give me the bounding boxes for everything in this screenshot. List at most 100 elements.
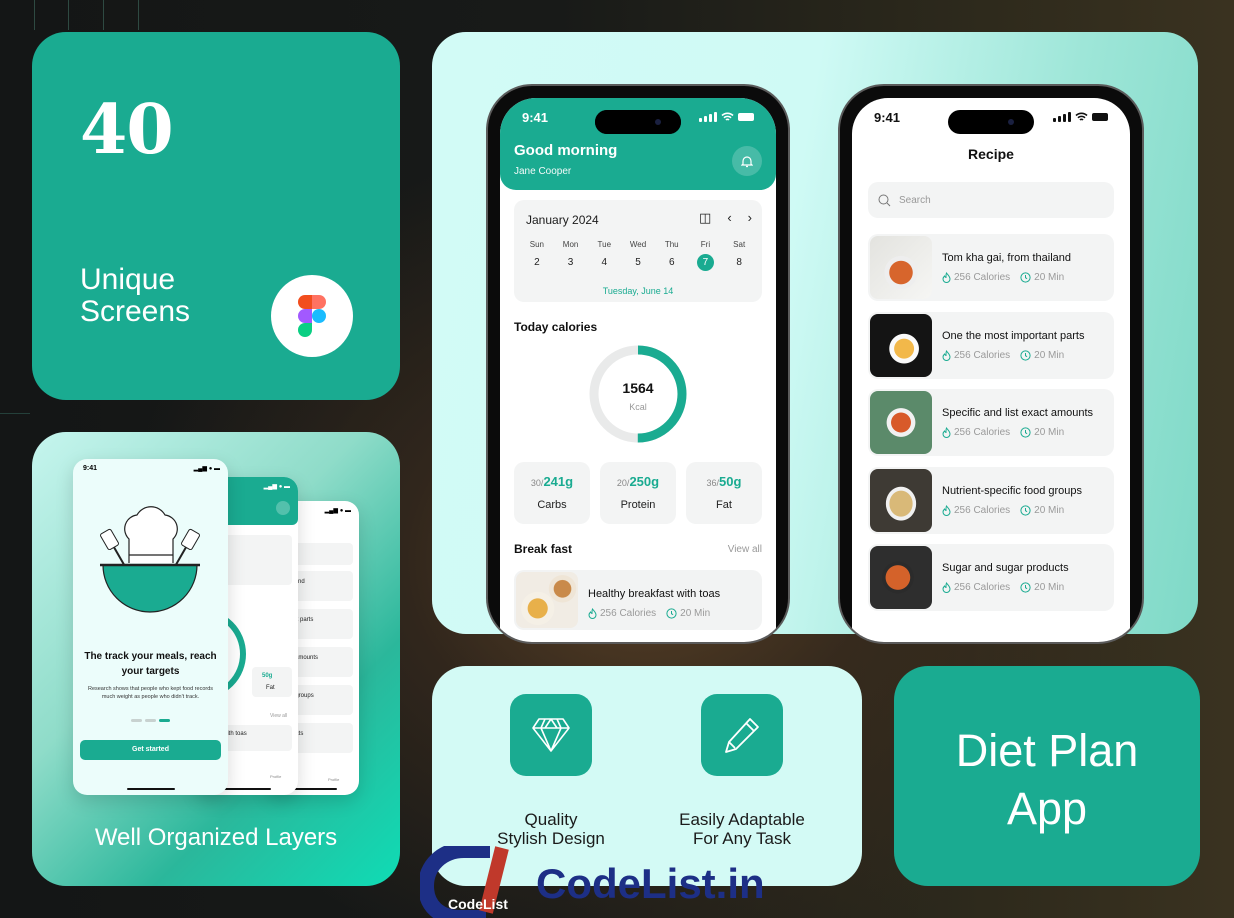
time-text: 20 Min — [1034, 504, 1065, 516]
macro-protein[interactable]: 20/250g Protein — [600, 462, 676, 524]
day-date: 7 — [696, 254, 714, 271]
calories-text: 256 Calories — [954, 504, 1011, 516]
day-sun[interactable]: Sun 2 — [520, 240, 554, 271]
macro-value: 20/250g — [600, 474, 676, 489]
recipe-photo — [870, 546, 932, 609]
signal-icon — [1053, 112, 1071, 122]
day-wed[interactable]: Wed 5 — [621, 240, 655, 271]
flame-icon — [942, 427, 951, 438]
feature-line: Quality — [524, 810, 578, 829]
recipe-meta: 256 Calories 20 Min — [942, 427, 1064, 438]
recipe-screen: 9:41 Recipe Search Tom kha gai, from tha… — [852, 98, 1130, 642]
recipe-item[interactable]: One the most important parts 256 Calorie… — [868, 311, 1114, 379]
app-title-card: Diet Plan App — [894, 666, 1200, 886]
calendar-controls: ◫ ‹ › — [699, 210, 752, 226]
calories-title: Today calories — [514, 320, 598, 334]
recipe-photo — [870, 236, 932, 299]
meal-time: 20 Min — [666, 608, 710, 619]
macro-target: 241g — [543, 474, 574, 489]
macros-row: 30/241g Carbs 20/250g Protein 36/50g Fat — [514, 462, 762, 524]
time-text: 20 Min — [1034, 582, 1065, 593]
recipe-meta: 256 Calories 20 Min — [942, 350, 1064, 361]
macro-name: Protein — [620, 499, 656, 511]
mini-macro-value: 50g — [262, 673, 273, 679]
calendar-icon[interactable]: ◫ — [699, 210, 711, 226]
figma-badge — [271, 275, 353, 357]
view-all-link[interactable]: View all — [728, 544, 762, 555]
layers-caption: Well Organized Layers — [94, 824, 338, 851]
clock-icon — [1020, 349, 1031, 361]
macro-target: 250g — [629, 474, 660, 489]
grid-line — [34, 0, 35, 30]
calorie-ring: 1564 Kcal — [588, 344, 688, 444]
battery-icon — [738, 113, 754, 121]
dynamic-island — [948, 110, 1034, 134]
macro-current: 36/ — [706, 478, 720, 488]
flame-icon — [942, 272, 951, 283]
recipe-name: Specific and list exact amounts — [942, 407, 1094, 419]
calendar-month: January 2024 — [526, 213, 599, 227]
day-date: 4 — [601, 257, 608, 268]
dynamic-island — [595, 110, 681, 134]
watermark-small-text: CodeList — [448, 896, 508, 912]
mini-nav-profile: Profile — [270, 774, 282, 779]
recipe-item[interactable]: Tom kha gai, from thailand 256 Calories 2… — [868, 234, 1114, 301]
get-started-button[interactable]: Get started — [80, 740, 221, 760]
macro-name: Carbs — [537, 499, 567, 511]
macro-current: 20/ — [616, 478, 630, 488]
recipe-calories: 256 Calories — [942, 427, 1010, 438]
recipe-item[interactable]: Sugar and sugar products 256 Calories 20 … — [868, 544, 1114, 611]
calories-text: 256 Calories — [954, 582, 1011, 593]
meal-calories: 256 Calories — [588, 608, 656, 619]
status-icons — [1053, 112, 1108, 122]
macro-target: 50g — [719, 474, 742, 489]
chevron-right-icon[interactable]: › — [748, 210, 752, 226]
codelist-watermark: CodeList CodeList.in — [420, 846, 820, 918]
calories-text: 256 Calories — [954, 427, 1011, 438]
time-text: 20 Min — [1034, 272, 1065, 283]
calendar-widget: January 2024 ◫ ‹ › Sun 2 Mon 3 Tue 4 Wed 5 T… — [514, 200, 762, 302]
recipe-time: 20 Min — [1020, 505, 1064, 516]
chevron-left-icon[interactable]: ‹ — [727, 210, 731, 226]
day-tue[interactable]: Tue 4 — [587, 240, 621, 271]
breakfast-item[interactable]: Healthy breakfast with toas 256 Calories… — [514, 570, 762, 630]
calories-text: 256 Calories — [600, 608, 657, 619]
recipe-time: 20 Min — [1020, 582, 1064, 593]
recipe-time: 20 Min — [1020, 427, 1064, 438]
day-name: Tue — [597, 240, 612, 249]
onboarding-body: Research shows that people who kept food… — [87, 686, 214, 700]
flame-icon — [942, 582, 951, 593]
greeting: Good morning — [514, 142, 618, 159]
status-icons: ▂▄▆ ● ▬ — [263, 484, 290, 490]
search-input[interactable]: Search — [868, 182, 1114, 218]
app-title-line: App — [1006, 783, 1088, 834]
macro-fat[interactable]: 36/50g Fat — [686, 462, 762, 524]
page-indicator — [73, 719, 228, 722]
app-title: Diet Plan App — [894, 722, 1200, 838]
macro-carbs[interactable]: 30/241g Carbs — [514, 462, 590, 524]
day-sat[interactable]: Sat 8 — [722, 240, 756, 271]
app-title-line: Diet Plan — [955, 725, 1139, 776]
mini-bell-button — [276, 501, 290, 515]
recipe-page-title: Recipe — [968, 146, 1014, 162]
breakfast-title: Break fast — [514, 542, 573, 556]
chef-bowl-illustration — [100, 506, 200, 613]
recipe-item[interactable]: Specific and list exact amounts 256 Calo… — [868, 389, 1114, 456]
day-mon[interactable]: Mon 3 — [554, 240, 588, 271]
recipe-photo — [870, 468, 932, 532]
recipe-photo — [870, 391, 932, 454]
mini-nav-profile: Profile — [328, 777, 340, 782]
day-date: 3 — [567, 257, 574, 268]
recipe-item[interactable]: Nutrient-specific food groups 256 Calori… — [868, 466, 1114, 534]
notification-button[interactable] — [732, 146, 762, 176]
time-text: 20 Min — [680, 608, 711, 619]
day-name: Mon — [562, 240, 579, 249]
figma-logo-icon — [298, 295, 326, 337]
wifi-icon — [1075, 112, 1088, 121]
day-fri-selected[interactable]: Fri 7 — [689, 240, 723, 271]
wifi-icon — [721, 112, 734, 121]
week-days: Sun 2 Mon 3 Tue 4 Wed 5 Thu 6 Fri 7 Sat 8 — [520, 240, 756, 271]
day-thu[interactable]: Thu 6 — [655, 240, 689, 271]
bell-icon — [741, 155, 753, 167]
feature-label: Quality Stylish Design — [461, 810, 641, 848]
